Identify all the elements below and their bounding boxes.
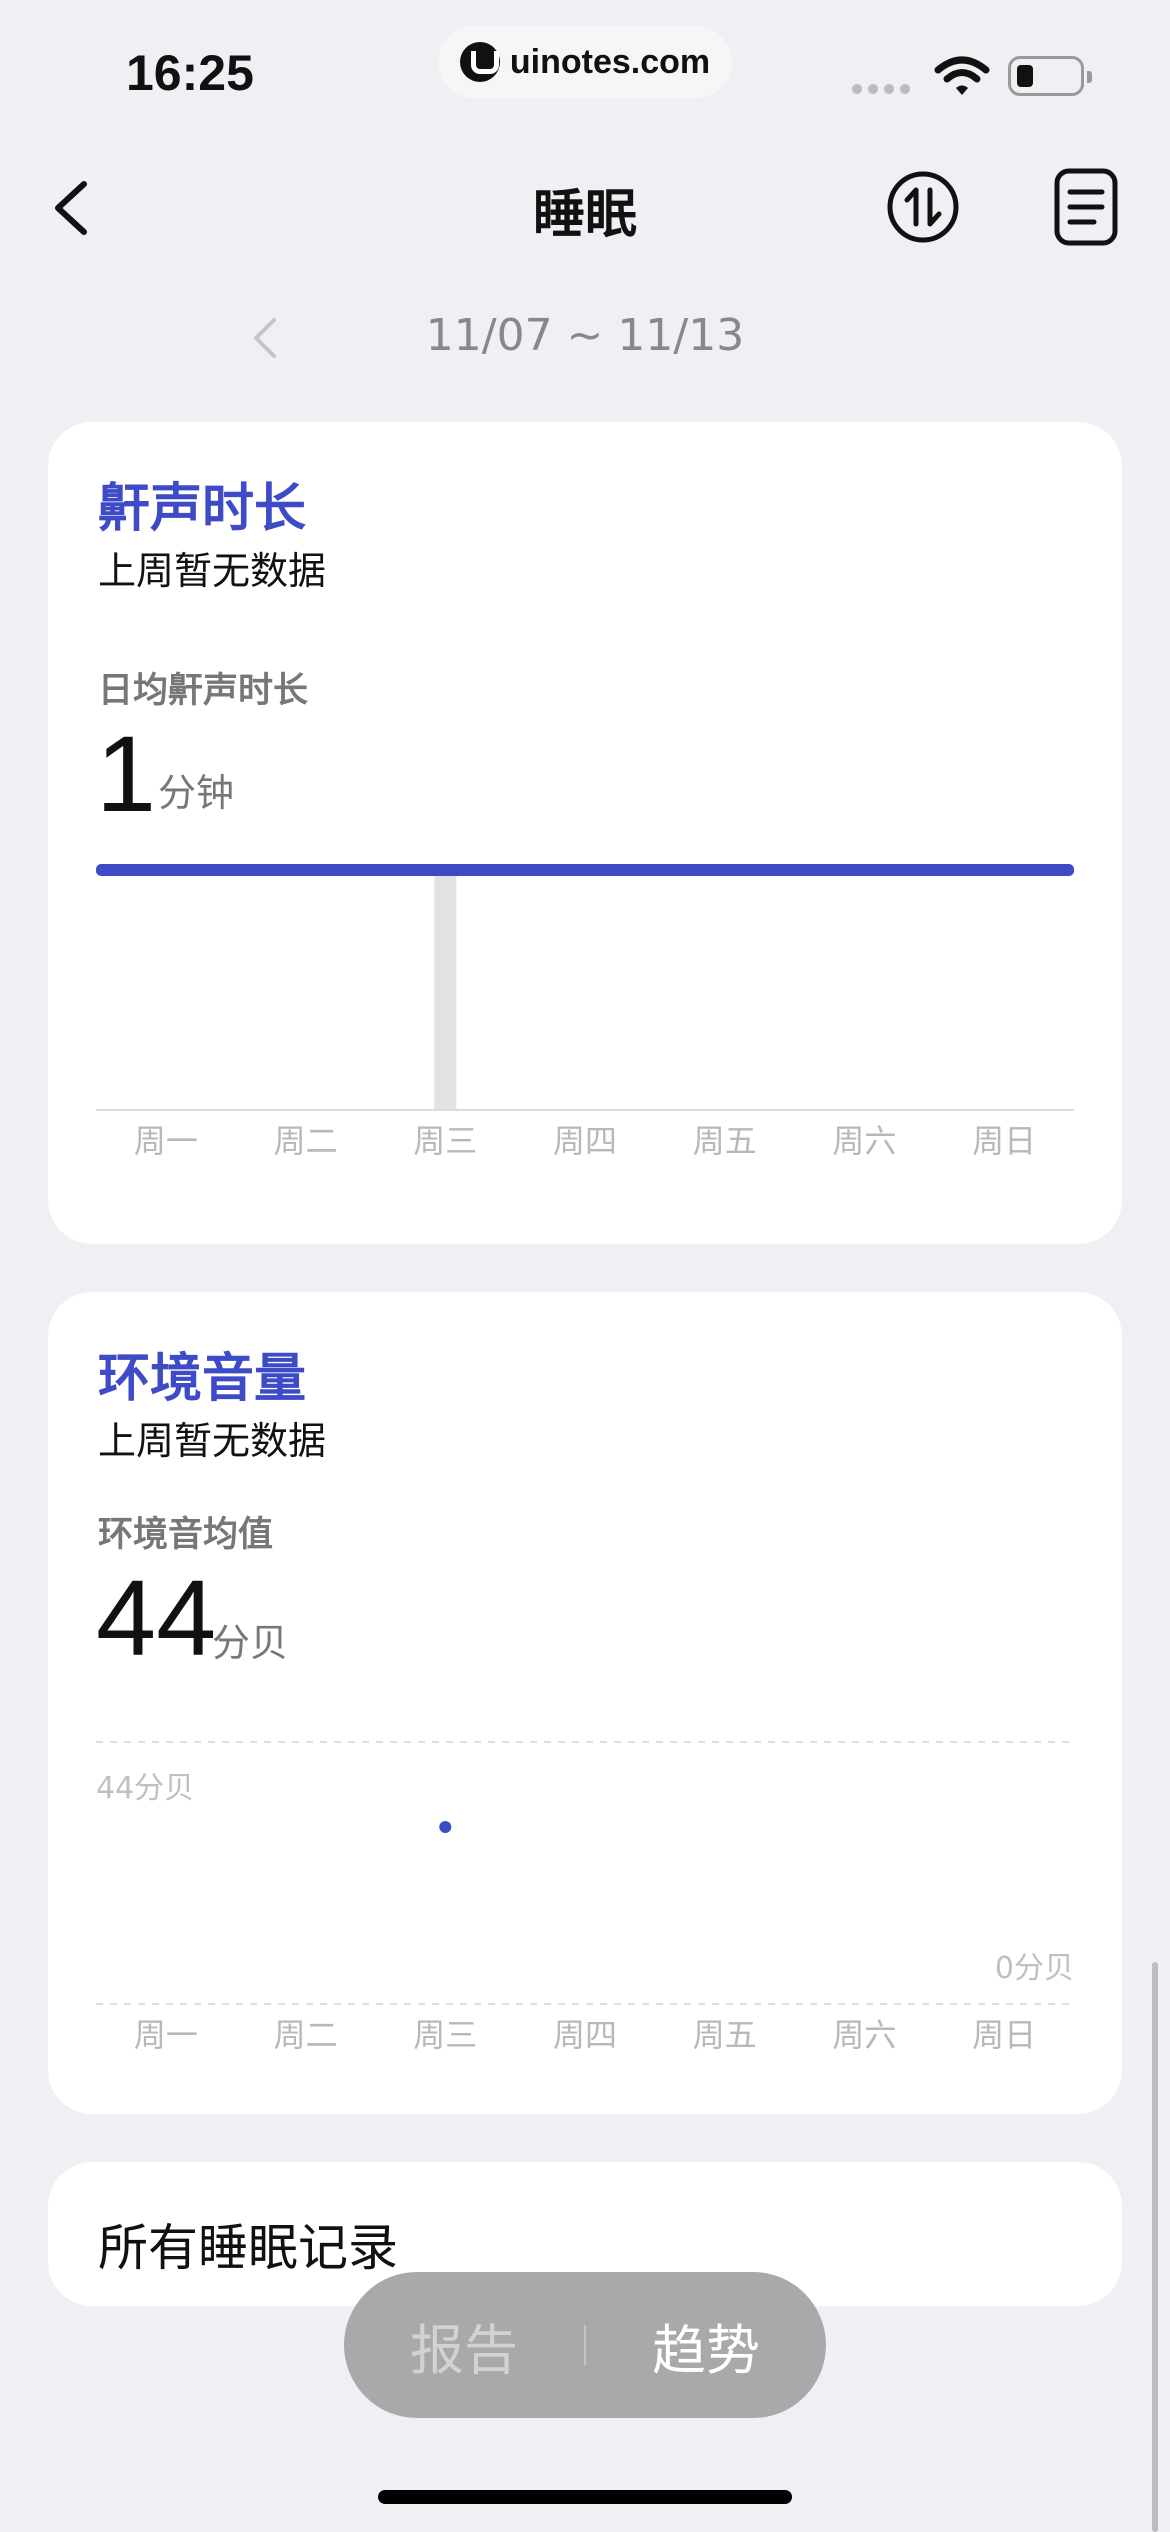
x-tick-label: 周三 <box>413 2016 477 2054</box>
snore-bar-chart: 周一 周二 周三 周四 周五 周六 周日 <box>96 864 1074 1160</box>
wifi-icon <box>934 56 990 95</box>
x-tick-label: 周五 <box>693 2016 757 2054</box>
x-tick-label: 周二 <box>274 1122 338 1160</box>
x-tick-label: 周六 <box>832 1122 896 1160</box>
report-tab[interactable]: 报告 <box>344 2306 584 2385</box>
y-tick-label: 44分贝 <box>96 1771 194 1806</box>
screen: 16:25 uinotes.com 睡眠 11/07 ~ 11/13 鼾声时长 <box>0 0 1170 2532</box>
page-title: 睡眠 <box>532 185 637 245</box>
x-tick-label: 周四 <box>553 2016 617 2054</box>
average-line <box>96 864 1074 876</box>
date-range-label: 11/07 ~ 11/13 <box>425 310 745 361</box>
records-label: 所有睡眠记录 <box>98 2219 398 2277</box>
x-tick-label: 周日 <box>972 2016 1036 2054</box>
battery-icon <box>1008 56 1092 96</box>
chart-point <box>439 1821 452 1833</box>
x-tick-label: 周日 <box>972 1122 1036 1160</box>
site-logo-icon <box>459 42 500 82</box>
list-document-icon[interactable] <box>1054 168 1118 246</box>
url-pill[interactable]: uinotes.com <box>438 26 732 98</box>
x-tick-label: 周五 <box>693 1122 757 1160</box>
report-trend-toggle: 报告 趋势 <box>344 2272 826 2418</box>
x-tick-label: 周三 <box>413 1122 477 1160</box>
trend-tab[interactable]: 趋势 <box>586 2306 826 2385</box>
x-tick-label: 周一 <box>134 1122 198 1160</box>
x-tick-label: 周一 <box>134 2016 198 2054</box>
y-tick-label: 0分贝 <box>995 1951 1074 1986</box>
environment-volume-card[interactable]: 环境音量 上周暂无数据 环境音均值 44 分贝 44分贝 0分贝 周一 周二 周三 周四周… <box>48 1292 1122 2114</box>
scrollbar[interactable] <box>1152 1962 1158 2532</box>
status-bar: 16:25 uinotes.com <box>0 0 1170 140</box>
switch-arrows-icon[interactable] <box>886 170 960 244</box>
chart-bar <box>434 870 457 1110</box>
x-tick-label: 周二 <box>274 2016 338 2054</box>
signal-dots-icon <box>852 84 910 94</box>
x-tick-label: 周六 <box>832 2016 896 2054</box>
environment-scatter-chart: 44分贝 0分贝周一 周二 周三 周四 周五 周六 周日 <box>96 1741 1074 2054</box>
home-indicator[interactable] <box>378 2490 792 2504</box>
snore-duration-card[interactable]: 鼾声时长 上周暂无数据 日均鼾声时长 1 分钟 周一 周二 周三 周四 周五 周六 周日 <box>48 422 1122 1244</box>
x-tick-label: 周四 <box>553 1122 617 1160</box>
url-text: uinotes.com <box>509 42 711 81</box>
status-time: 16:25 <box>126 45 254 101</box>
